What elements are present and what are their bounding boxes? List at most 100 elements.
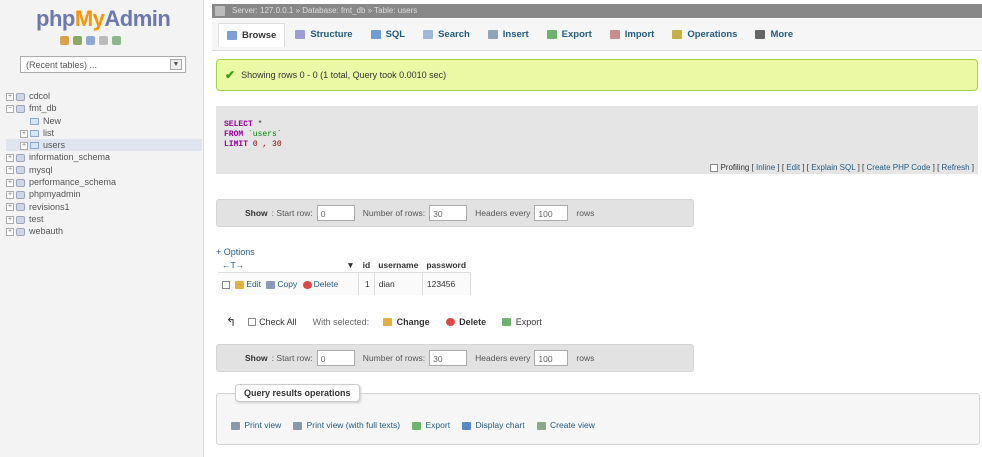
cell-id[interactable]: 1 bbox=[358, 272, 375, 295]
view-icon bbox=[536, 421, 546, 430]
display-chart-link[interactable]: Display chart bbox=[462, 420, 525, 430]
start-row-input[interactable]: 0 bbox=[316, 350, 355, 366]
export-icon bbox=[412, 421, 422, 430]
delete-label: Delete bbox=[459, 317, 487, 327]
copy-row-link[interactable]: Copy bbox=[277, 279, 297, 289]
tab-search[interactable]: Search bbox=[415, 23, 478, 47]
logo-my: My bbox=[74, 6, 105, 31]
show-button[interactable]: Show bbox=[245, 353, 268, 363]
headers-every-input[interactable]: 100 bbox=[534, 350, 569, 366]
cell-password[interactable]: 123456 bbox=[421, 272, 471, 295]
phpmyadmin-window: phpMyAdmin (Recent tables) ... ▼ + cdcol − f… bbox=[0, 0, 982, 457]
explain-sql-link[interactable]: Explain SQL bbox=[811, 163, 855, 172]
check-all-label[interactable]: Check All bbox=[259, 317, 297, 327]
tree-item-revisions1[interactable]: + revisions1 bbox=[6, 201, 202, 213]
tab-label: Export bbox=[561, 29, 592, 40]
headers-every-label: Headers every bbox=[475, 208, 531, 218]
create-php-code-link[interactable]: Create PHP Code bbox=[867, 163, 931, 172]
expand-icon[interactable]: + bbox=[6, 215, 14, 224]
tab-operations[interactable]: Operations bbox=[664, 23, 745, 47]
tab-label: Browse bbox=[242, 29, 277, 41]
tree-item-fmt-db[interactable]: − fmt_db bbox=[6, 102, 202, 114]
main-content: Server: 127.0.0.1 » Database: fmt_db » T… bbox=[212, 0, 982, 457]
refresh-link[interactable]: Refresh bbox=[942, 163, 970, 172]
start-row-input[interactable]: 0 bbox=[316, 205, 355, 221]
sql-select: SELECT bbox=[224, 120, 253, 129]
options-link[interactable]: + Options bbox=[216, 247, 255, 257]
tab-insert[interactable]: Insert bbox=[480, 23, 537, 47]
sql-query: SELECT * FROM `users` LIMIT 0 , 30 bbox=[224, 120, 282, 150]
expand-icon[interactable]: + bbox=[6, 203, 14, 212]
tree-item-mysql[interactable]: + mysql bbox=[6, 164, 202, 176]
check-icon: ✔ bbox=[225, 68, 236, 82]
menu-icon[interactable] bbox=[215, 6, 225, 16]
tab-browse[interactable]: Browse bbox=[218, 22, 286, 47]
edit-link[interactable]: Edit bbox=[786, 163, 800, 172]
qro-export-link[interactable]: Export bbox=[412, 420, 450, 430]
expand-icon[interactable]: + bbox=[6, 92, 14, 101]
qro-links: Print view Print view (with full texts) … bbox=[231, 420, 595, 430]
column-sort-dropdown[interactable]: ▼ bbox=[248, 258, 358, 273]
tab-import[interactable]: Import bbox=[602, 23, 663, 47]
expand-icon[interactable]: + bbox=[6, 178, 14, 187]
column-header-password[interactable]: password bbox=[422, 258, 470, 273]
tab-sql[interactable]: SQL bbox=[363, 23, 414, 47]
print-view-full-link[interactable]: Print view (with full texts) bbox=[293, 420, 400, 430]
query-window-icon[interactable] bbox=[86, 36, 95, 45]
number-of-rows-input[interactable]: 30 bbox=[429, 350, 468, 366]
headers-every-input[interactable]: 100 bbox=[534, 205, 569, 221]
sql-star: * bbox=[252, 120, 263, 129]
tab-structure[interactable]: Structure bbox=[287, 23, 360, 47]
home-icon[interactable] bbox=[60, 36, 69, 45]
tree-item-information-schema[interactable]: + information_schema bbox=[6, 151, 202, 163]
tree-item-list[interactable]: + list bbox=[6, 127, 202, 139]
expand-icon[interactable]: + bbox=[20, 141, 28, 150]
tree-item-new[interactable]: New bbox=[6, 115, 202, 127]
phpmyadmin-logo[interactable]: phpMyAdmin bbox=[36, 6, 171, 32]
new-table-icon bbox=[30, 117, 39, 125]
rows-label: rows bbox=[576, 208, 595, 218]
docs-icon[interactable] bbox=[99, 36, 108, 45]
edit-row-link[interactable]: Edit bbox=[246, 279, 261, 289]
export-button[interactable]: Export bbox=[502, 317, 542, 327]
expand-icon[interactable]: + bbox=[20, 129, 28, 138]
sort-arrows[interactable]: ←T→ bbox=[218, 258, 248, 273]
collapse-icon[interactable]: − bbox=[6, 104, 14, 113]
delete-button[interactable]: Delete bbox=[445, 317, 487, 327]
tab-more[interactable]: More bbox=[747, 23, 801, 47]
recent-tables-select[interactable]: (Recent tables) ... ▼ bbox=[20, 56, 186, 73]
number-of-rows-input[interactable]: 30 bbox=[429, 205, 468, 221]
expand-icon[interactable]: + bbox=[6, 154, 14, 163]
tree-item-performance-schema[interactable]: + performance_schema bbox=[6, 176, 202, 188]
settings-icon[interactable] bbox=[112, 36, 121, 45]
tree-item-users[interactable]: + users bbox=[6, 139, 202, 152]
tree-item-label: fmt_db bbox=[29, 103, 57, 114]
row-checkbox[interactable] bbox=[222, 280, 230, 289]
profiling-checkbox[interactable] bbox=[710, 163, 719, 172]
expand-icon[interactable]: + bbox=[6, 191, 14, 199]
column-header-username[interactable]: username bbox=[374, 258, 422, 273]
column-header-id[interactable]: id bbox=[359, 258, 375, 273]
breadcrumb-text[interactable]: Server: 127.0.0.1 » Database: fmt_db » T… bbox=[232, 6, 417, 15]
tree-item-phpmyadmin[interactable]: + phpmyadmin bbox=[6, 188, 202, 200]
create-view-link[interactable]: Create view bbox=[536, 420, 595, 430]
tree-item-test[interactable]: + test bbox=[6, 213, 202, 225]
expand-icon[interactable]: + bbox=[6, 227, 14, 236]
cell-username[interactable]: dian bbox=[373, 272, 423, 295]
check-all-checkbox[interactable] bbox=[248, 318, 257, 326]
display-chart-label: Display chart bbox=[475, 420, 525, 430]
exit-icon[interactable] bbox=[73, 36, 82, 45]
tree-item-label: test bbox=[29, 213, 44, 224]
tree-item-webauth[interactable]: + webauth bbox=[6, 225, 202, 237]
more-icon bbox=[755, 30, 766, 39]
tree-item-cdcol[interactable]: + cdcol bbox=[6, 90, 202, 102]
top-tabs: Browse Structure SQL Search Insert Export Impo… bbox=[212, 19, 982, 51]
delete-row-link[interactable]: Delete bbox=[314, 279, 339, 289]
tree-item-label: revisions1 bbox=[29, 201, 70, 212]
expand-icon[interactable]: + bbox=[6, 166, 14, 175]
inline-link[interactable]: Inline bbox=[756, 163, 775, 172]
show-button[interactable]: Show bbox=[245, 208, 268, 218]
tab-export[interactable]: Export bbox=[539, 23, 600, 47]
change-button[interactable]: Change bbox=[383, 317, 430, 327]
print-view-link[interactable]: Print view bbox=[231, 420, 281, 430]
